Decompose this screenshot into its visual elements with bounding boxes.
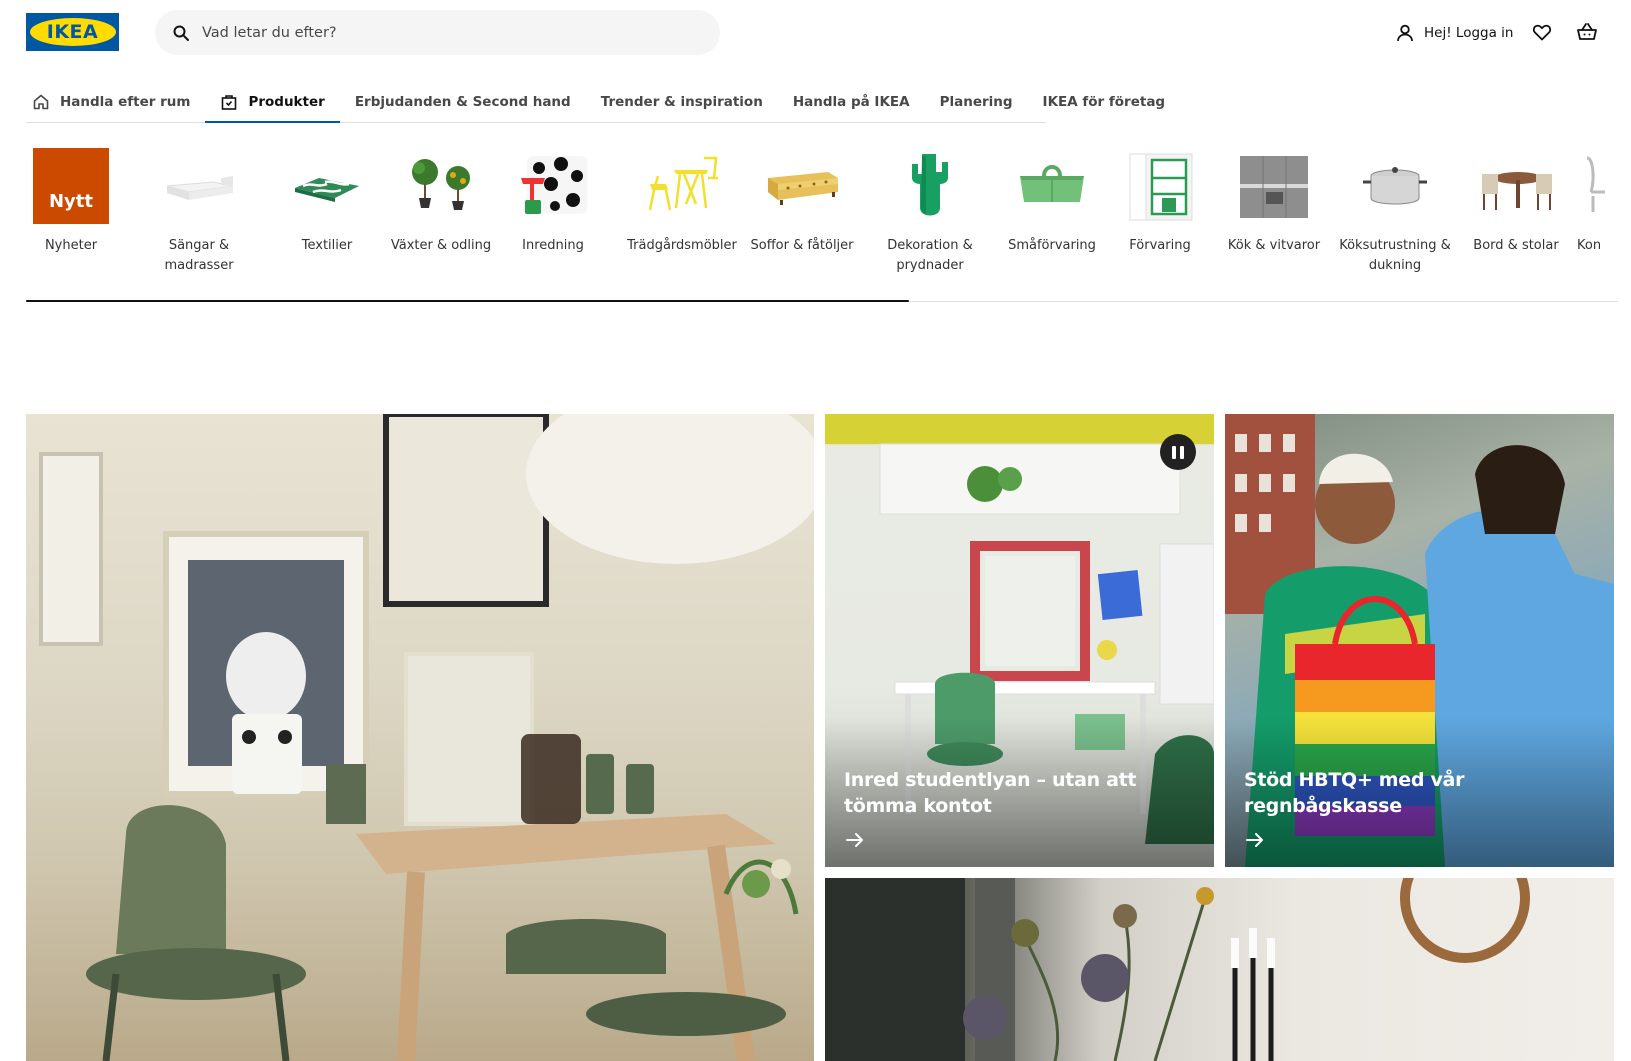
student-apartment-card[interactable]: Inred studentlyan – utan att tömma konto…	[825, 414, 1214, 867]
category-forvaring[interactable]: Förvaring	[1095, 148, 1225, 256]
new-badge: Nytt	[33, 148, 109, 224]
category-bord-stolar[interactable]: Bord & stolar	[1451, 148, 1581, 256]
category-label: Soffor & fåtöljer	[750, 238, 854, 253]
search-icon	[173, 25, 189, 41]
category-label: Nyheter	[44, 238, 98, 253]
category-label: Trädgårdsmöbler	[627, 238, 737, 253]
heart-icon	[1532, 24, 1552, 41]
sofa-icon	[764, 148, 840, 224]
card-title: Inred studentlyan – utan att tömma konto…	[844, 769, 1137, 817]
category-label: Textilier	[301, 238, 353, 253]
tab-label: Planering	[939, 94, 1013, 110]
table-setting-card[interactable]	[825, 878, 1614, 1061]
tab-label: Handla på IKEA	[792, 94, 910, 110]
tab-label: Handla efter rum	[60, 94, 191, 110]
office-chair-icon	[1577, 148, 1617, 224]
decor-icon	[515, 148, 591, 224]
bed-icon	[161, 148, 237, 224]
tab-handla-efter-rum[interactable]: Handla efter rum	[26, 82, 205, 122]
category-label: Förvaring	[1129, 238, 1191, 253]
tab-label: Trender & inspiration	[600, 94, 763, 110]
storage-box-icon	[1014, 148, 1090, 224]
garden-furniture-icon	[644, 148, 720, 224]
pause-icon	[1180, 445, 1184, 459]
kitchen-icon	[1236, 148, 1312, 224]
search-input[interactable]	[202, 24, 682, 41]
vase-icon	[892, 148, 968, 224]
category-tradgardsmobler[interactable]: Trädgårdsmöbler	[617, 148, 747, 256]
category-label: Dekoration & prydnader	[887, 238, 973, 273]
arrow-right-icon	[1246, 833, 1263, 847]
category-label: Köksutrustning & dukning	[1339, 238, 1451, 273]
tab-erbjudanden[interactable]: Erbjudanden & Second hand	[340, 82, 586, 122]
pause-icon	[1172, 445, 1176, 459]
dining-room-image	[39, 414, 814, 1061]
login-button[interactable]: Hej! Logga in	[1395, 20, 1513, 46]
category-label: Växter & odling	[390, 238, 492, 253]
carousel-scrollbar-thumb[interactable]	[26, 300, 909, 302]
table-setting-image	[825, 878, 1530, 1061]
category-kok[interactable]: Kök & vitvaror	[1209, 148, 1339, 256]
tab-label: Erbjudanden & Second hand	[354, 94, 571, 110]
card-title: Stöd HBTQ+ med vår regnbågskasse	[1244, 769, 1465, 817]
cart-button[interactable]	[1575, 20, 1599, 44]
hero-dining-card[interactable]	[26, 414, 814, 1061]
pause-button[interactable]	[1160, 434, 1196, 470]
category-label: Inredning	[522, 238, 584, 253]
tab-ikea-for-foretag[interactable]: IKEA för företag	[1028, 82, 1181, 122]
plant-icon	[403, 148, 479, 224]
category-image: Nytt	[33, 148, 109, 224]
category-sangar[interactable]: Sängar & madrasser	[134, 148, 264, 276]
logo-text: IKEA	[46, 21, 99, 43]
tab-label: IKEA för företag	[1042, 94, 1166, 110]
pot-icon	[1357, 148, 1433, 224]
category-koksutrustning[interactable]: Köksutrustning & dukning	[1330, 148, 1460, 276]
logo-ellipse: IKEA	[29, 18, 116, 46]
category-textilier[interactable]: Textilier	[262, 148, 392, 256]
category-kontor[interactable]: Kon	[1577, 148, 1618, 256]
category-nyheter[interactable]: Nytt Nyheter	[26, 148, 136, 256]
tab-trender[interactable]: Trender & inspiration	[586, 82, 778, 122]
arrow-right-icon	[846, 833, 863, 847]
table-chairs-icon	[1478, 148, 1554, 224]
category-label: Småförvaring	[1008, 238, 1096, 253]
category-label: Bord & stolar	[1473, 238, 1559, 253]
category-soffor[interactable]: Soffor & fåtöljer	[737, 148, 867, 256]
category-label: Sängar & madrasser	[164, 238, 234, 273]
login-label: Hej! Logga in	[1424, 25, 1514, 41]
category-vaxter[interactable]: Växter & odling	[376, 148, 506, 256]
category-inredning[interactable]: Inredning	[488, 148, 618, 256]
wardrobe-icon	[1122, 148, 1198, 224]
category-label: Kök & vitvaror	[1227, 238, 1321, 253]
pride-bag-card[interactable]: Stöd HBTQ+ med vår regnbågskasse	[1225, 414, 1614, 867]
home-icon	[33, 94, 49, 110]
category-dekoration[interactable]: Dekoration & prydnader	[865, 148, 995, 276]
user-icon	[1397, 24, 1413, 42]
bag-icon	[222, 95, 237, 110]
tab-planering[interactable]: Planering	[925, 82, 1028, 122]
category-label: Kon	[1577, 238, 1602, 253]
search-bar[interactable]	[155, 10, 720, 55]
tab-handla-pa-ikea[interactable]: Handla på IKEA	[778, 82, 925, 122]
main-navigation: Handla efter rum Produkter Erbjudanden &…	[26, 82, 1165, 123]
tab-produkter[interactable]: Produkter	[205, 82, 341, 123]
ikea-logo[interactable]: IKEA	[26, 13, 119, 51]
favorites-button[interactable]	[1530, 20, 1554, 44]
category-carousel: Nytt Nyheter Sängar & madrasser Textilie…	[26, 148, 1618, 298]
tab-label: Produkter	[248, 94, 325, 110]
basket-icon	[1577, 23, 1597, 40]
textile-icon	[289, 148, 365, 224]
